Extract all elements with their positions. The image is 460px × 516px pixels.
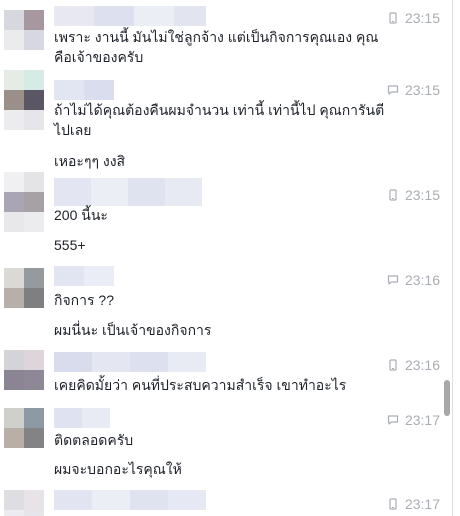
- sender-name-redacted: [54, 178, 202, 206]
- message-timestamp: 23:16: [387, 272, 440, 288]
- avatar[interactable]: [4, 172, 44, 212]
- message-timestamp: 23:15: [387, 82, 440, 98]
- message-text: ติดตลอดครับ: [54, 432, 134, 448]
- chat-panel: 23:15 เพราะ งานนี้ มันไม่ใช่ลูกจ้าง แต่เ…: [0, 0, 453, 516]
- avatar-continued: [4, 110, 44, 130]
- sender-name-redacted: [54, 490, 206, 510]
- avatar-continued: [4, 212, 44, 232]
- sender-name-redacted: [54, 408, 110, 428]
- avatar[interactable]: [4, 268, 44, 308]
- message-text: เหอะๆๆ งงสิ: [54, 153, 126, 169]
- avatar[interactable]: [4, 10, 44, 50]
- message-timestamp: 23:15: [387, 187, 440, 203]
- speech-bubble-icon: [387, 415, 399, 425]
- speech-bubble-icon: [387, 275, 399, 285]
- avatar[interactable]: [4, 408, 44, 448]
- sender-name-redacted: [54, 352, 206, 372]
- sender-name-redacted: [54, 80, 114, 100]
- message-text: ผมจะบอกอะไรคุณให้: [54, 461, 182, 477]
- message-text: กิจการ ??: [54, 292, 114, 308]
- avatar[interactable]: [4, 70, 44, 110]
- message-timestamp: 23:16: [387, 357, 440, 373]
- mobile-icon: [389, 189, 397, 201]
- avatar[interactable]: [4, 350, 44, 390]
- scrollbar-track[interactable]: [446, 0, 452, 516]
- speech-bubble-icon: [387, 85, 399, 95]
- mobile-icon: [389, 359, 397, 371]
- message-text: 200 นี้นะ: [54, 207, 108, 223]
- message-text: ถ้าไม่ได้คุณต้องคืนผมจำนวน เท่านี้ เท่าน…: [54, 102, 385, 138]
- scrollbar-thumb[interactable]: [444, 380, 450, 416]
- message-text: 555+: [54, 237, 86, 253]
- message-timestamp: 23:17: [387, 496, 440, 512]
- message-timestamp: 23:17: [387, 412, 440, 428]
- sender-name-redacted: [54, 6, 206, 26]
- mobile-icon: [389, 12, 397, 24]
- message-text: ผมนี่นะ เป็นเจ้าของกิจการ: [54, 322, 212, 338]
- sender-name-redacted: [54, 266, 114, 286]
- message-text: เพราะ งานนี้ มันไม่ใช่ลูกจ้าง แต่เป็นกิจ…: [54, 29, 379, 65]
- message-timestamp: 23:15: [387, 10, 440, 26]
- message-text: เคยคิดมั้ยว่า คนที่ประสบความสำเร็จ เขาทำ…: [54, 377, 347, 393]
- avatar[interactable]: [4, 490, 44, 516]
- mobile-icon: [389, 498, 397, 510]
